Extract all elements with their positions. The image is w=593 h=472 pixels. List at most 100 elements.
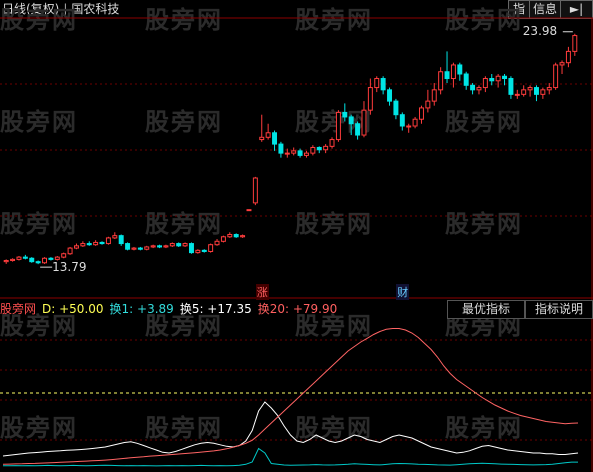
candle-body (316, 146, 322, 151)
candle-body (399, 114, 405, 127)
candle-body (42, 257, 48, 264)
candle-body (157, 245, 163, 248)
candle-body (495, 75, 501, 82)
candle-body (329, 139, 335, 147)
candle-body (182, 243, 188, 247)
candle-body (220, 236, 226, 242)
candle-body (150, 245, 156, 248)
candle-body (533, 87, 539, 95)
candle-body (355, 123, 361, 136)
high-price-label: 23.98 (522, 23, 558, 38)
candle-body (406, 125, 412, 128)
candle-body (195, 249, 201, 254)
candle-body (22, 256, 28, 259)
candle-body (176, 243, 182, 247)
indicator-h1-value: 换1: +3.89 (109, 302, 174, 316)
candle-body (335, 111, 341, 141)
indicator-legend: 股旁网 D: +50.00 换1: +3.89 换5: +17.35 换20: +79.… (0, 301, 343, 317)
candle-body (272, 132, 278, 145)
candle-body (137, 247, 143, 250)
candle-body (10, 258, 16, 262)
h1-line (3, 447, 578, 467)
candle-body (310, 146, 316, 154)
candle-body (482, 78, 488, 89)
candle-body (297, 150, 303, 156)
candle-body (559, 62, 565, 66)
candle-body (99, 241, 105, 245)
candle-body (418, 107, 424, 120)
h20-line (2, 328, 579, 465)
candle-body (323, 145, 329, 151)
indicator-d-value: D: +50.00 (42, 302, 104, 316)
candle-body (112, 235, 118, 239)
candle-body (240, 235, 246, 238)
candle-body (444, 71, 450, 80)
candle-body (227, 234, 233, 238)
candle-body (572, 35, 578, 52)
candle-body (514, 93, 520, 96)
best-indicator-tab[interactable]: 最优指标 (447, 300, 525, 319)
candle-body (3, 260, 9, 263)
finance-marker[interactable]: 财 (396, 284, 410, 300)
low-price-label: 13.79 (52, 260, 87, 275)
candle-body (502, 75, 508, 80)
candle-body (553, 64, 559, 89)
candle-body (342, 111, 348, 118)
candle-body (16, 256, 22, 260)
candle-body (201, 249, 207, 252)
candle-body (540, 89, 546, 95)
candle-body (188, 243, 194, 254)
candle-body (118, 235, 124, 245)
indicator-lines (0, 328, 593, 467)
candle-body (278, 143, 284, 154)
candle-body (144, 246, 150, 250)
candle-body (93, 241, 99, 246)
indicator-name[interactable]: 股旁网 (0, 302, 36, 316)
candle-body (80, 243, 86, 247)
candle-body (387, 89, 393, 102)
candle-body (450, 64, 456, 80)
candle-body (73, 245, 79, 249)
candle-body (565, 50, 571, 64)
candle-body (367, 87, 373, 111)
candle-body (61, 253, 67, 258)
price-annotations (40, 31, 573, 268)
candle-body (431, 89, 437, 102)
candle-body (303, 152, 309, 156)
kline-chart[interactable] (0, 0, 593, 472)
indicator-help-tab[interactable]: 指标说明 (525, 300, 593, 319)
candle-body (470, 84, 476, 91)
candle-body (54, 256, 60, 260)
candle-body (546, 87, 552, 91)
candle-body (214, 240, 220, 246)
candle-body (463, 73, 469, 86)
candle-body (361, 109, 367, 136)
candle-body (380, 78, 386, 91)
candle-body (348, 116, 354, 125)
candle-body (457, 64, 463, 75)
candle-body (35, 261, 41, 264)
candle-body (265, 132, 271, 138)
candle-body (67, 247, 73, 255)
candle-body (425, 100, 431, 109)
candle-body (86, 243, 92, 246)
candle-body (521, 89, 527, 95)
limit-up-marker[interactable]: 涨 (255, 284, 269, 300)
candle-body (246, 209, 252, 212)
indicator-h5-value: 换5: +17.35 (179, 302, 252, 316)
candle-body (105, 237, 111, 245)
candle-body (508, 78, 514, 95)
candle-body (438, 71, 444, 91)
candle-body (476, 87, 482, 91)
candle-body (412, 118, 418, 127)
candle-body (252, 177, 258, 204)
candle-body (125, 243, 131, 250)
candle-body (489, 78, 495, 82)
candle-body (259, 136, 265, 141)
candle-body (233, 234, 239, 238)
candle-body (208, 244, 214, 252)
candle-body (527, 87, 533, 91)
h5-line (2, 401, 579, 457)
candle-body (393, 100, 399, 116)
candle-body (169, 243, 175, 247)
